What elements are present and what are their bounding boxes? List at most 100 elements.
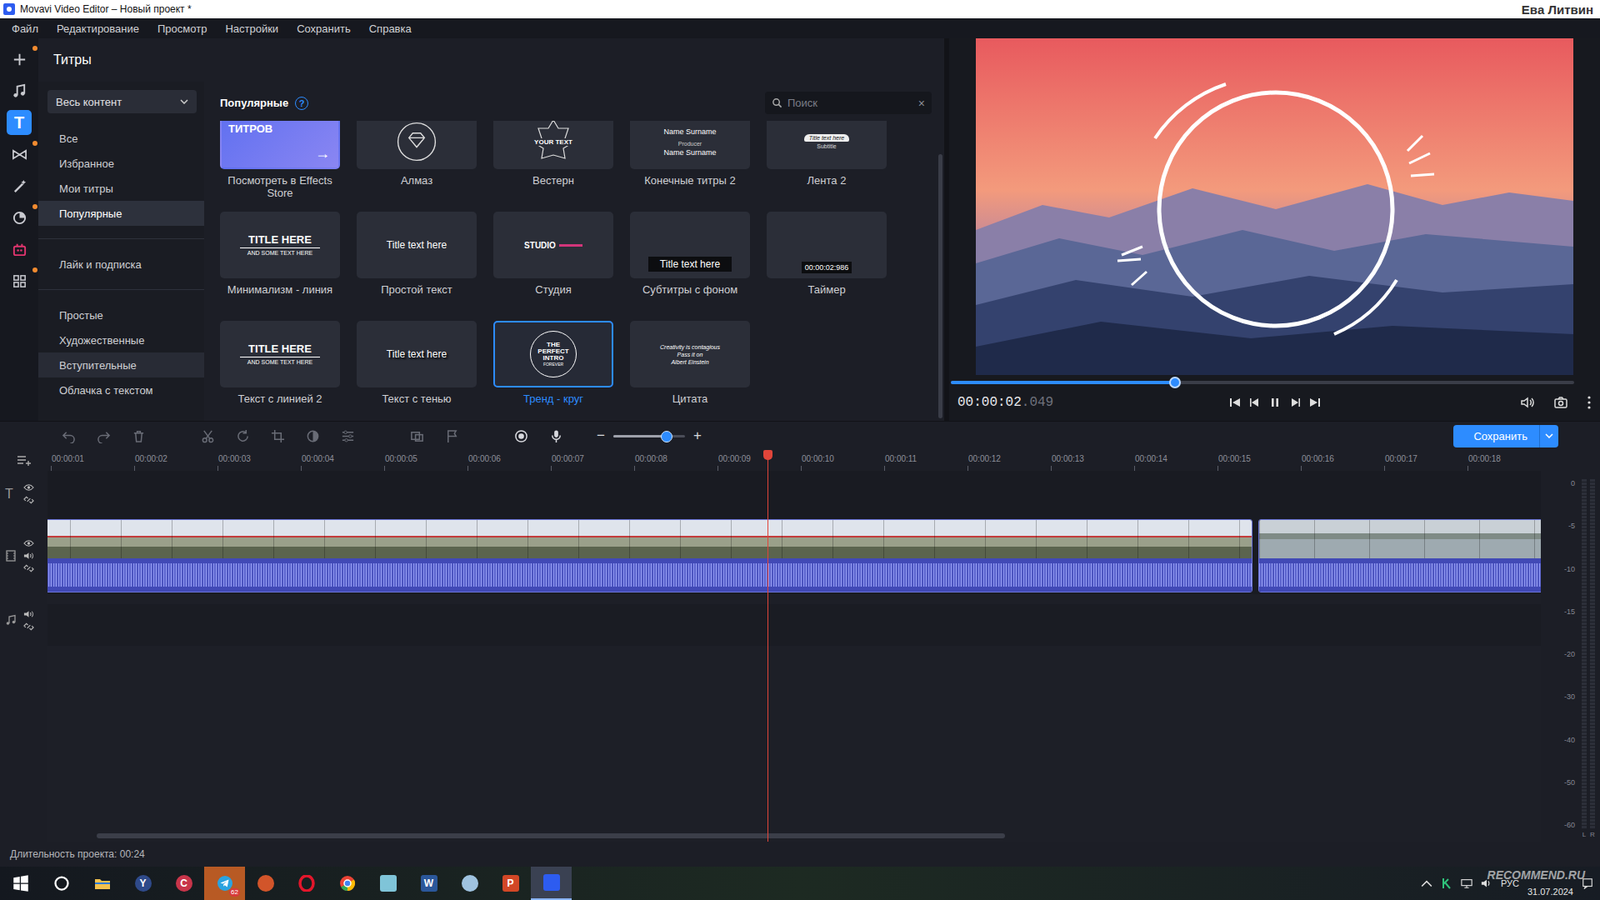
system-date[interactable]: 31.07.2024 xyxy=(1527,886,1574,900)
next-frame-icon[interactable] xyxy=(1288,395,1302,410)
rail-button[interactable] xyxy=(6,236,32,262)
gallery-scrollbar[interactable] xyxy=(938,154,943,419)
kebab-menu-icon[interactable] xyxy=(1586,395,1592,410)
skip-end-icon[interactable] xyxy=(1308,395,1322,410)
playhead[interactable] xyxy=(767,450,769,842)
menu-item[interactable]: Справка xyxy=(369,22,412,35)
category-item[interactable]: Избранное xyxy=(38,150,205,176)
rail-button[interactable] xyxy=(6,205,32,230)
taskbar-app[interactable] xyxy=(530,866,572,900)
title-tile[interactable]: Creativity is contagiousPass it onAlbert… xyxy=(630,320,750,421)
help-button[interactable]: ? xyxy=(295,96,309,110)
playback-progress[interactable] xyxy=(950,380,1575,385)
taskbar-app[interactable] xyxy=(285,866,327,900)
progress-knob[interactable] xyxy=(1169,376,1181,389)
rail-button[interactable] xyxy=(6,46,32,72)
taskbar-app[interactable] xyxy=(245,866,286,900)
toolbar-button[interactable] xyxy=(440,425,463,447)
volume-icon[interactable] xyxy=(1520,395,1535,410)
toolbar-button[interactable] xyxy=(231,425,254,447)
toolbar-button[interactable] xyxy=(336,425,359,447)
taskbar-app[interactable]: 62 xyxy=(204,866,245,900)
title-tile[interactable]: ТИТРОВ→Посмотреть в Effects Store xyxy=(220,120,340,212)
category-item[interactable]: Лайк и подписка xyxy=(38,251,205,277)
toolbar-button[interactable] xyxy=(301,425,324,447)
menu-item[interactable]: Настройки xyxy=(225,22,279,35)
skip-start-icon[interactable] xyxy=(1228,395,1242,410)
timeline-scrollbar[interactable] xyxy=(96,833,1005,839)
link-icon[interactable] xyxy=(23,495,35,505)
music-track[interactable] xyxy=(47,604,1541,646)
title-tile[interactable]: TITLE HEREAND SOME TEXT HEREТекст с лини… xyxy=(220,320,340,421)
title-tile[interactable]: STUDIOСтудия xyxy=(493,211,614,321)
title-tile[interactable]: THEPERFECTINTROFOREVERТренд - круг xyxy=(493,320,614,421)
title-tile[interactable]: Title text hereТекст с тенью xyxy=(356,320,477,421)
rail-button[interactable] xyxy=(6,173,32,199)
add-track-icon[interactable] xyxy=(16,455,32,467)
time-ruler[interactable]: 00:00:0100:00:0200:00:0300:00:0400:00:05… xyxy=(47,450,1541,471)
category-item[interactable]: Художественные xyxy=(38,327,205,353)
save-options-button[interactable] xyxy=(1539,425,1559,448)
link-icon[interactable] xyxy=(23,564,35,573)
title-tile[interactable]: TITLE HEREAND SOME TEXT HEREМинимализм -… xyxy=(220,211,340,321)
toolbar-button[interactable] xyxy=(196,425,219,447)
taskbar-app[interactable]: W xyxy=(408,866,450,900)
content-filter-dropdown[interactable]: Весь контент xyxy=(47,90,197,114)
taskbar-app[interactable] xyxy=(449,866,490,900)
menu-item[interactable]: Файл xyxy=(11,22,39,35)
menu-item[interactable]: Сохранить xyxy=(296,22,351,35)
eye-icon[interactable] xyxy=(23,539,35,548)
video-track[interactable] xyxy=(47,516,1541,595)
clear-search-button[interactable]: × xyxy=(918,96,925,110)
taskbar-app[interactable]: C xyxy=(163,866,205,900)
menu-item[interactable]: Просмотр xyxy=(157,22,207,35)
save-button[interactable]: Сохранить xyxy=(1453,425,1559,448)
title-tile[interactable]: Title text hereСубтитры с фоном xyxy=(630,211,750,321)
taskbar-app[interactable] xyxy=(81,866,123,900)
category-item[interactable]: Все xyxy=(38,125,205,151)
toolbar-button[interactable] xyxy=(545,425,567,447)
toolbar-button[interactable] xyxy=(57,425,80,447)
video-clip[interactable] xyxy=(47,519,1253,593)
toolbar-button[interactable] xyxy=(405,425,428,447)
title-tile[interactable]: Алмаз xyxy=(356,120,477,212)
zoom-out-button[interactable]: − xyxy=(596,427,605,445)
zoom-in-button[interactable]: + xyxy=(693,427,702,445)
taskbar-app[interactable]: P xyxy=(490,866,531,900)
taskbar-app[interactable] xyxy=(326,866,368,900)
rail-button[interactable] xyxy=(6,141,32,167)
eye-icon[interactable] xyxy=(23,483,35,492)
title-tile[interactable]: Name SurnameProducerName SurnameКонечные… xyxy=(630,120,750,212)
toolbar-button[interactable] xyxy=(266,425,289,447)
category-item[interactable]: Вступительные xyxy=(38,352,205,378)
rail-button[interactable] xyxy=(6,78,32,104)
toolbar-button[interactable] xyxy=(92,425,115,447)
snapshot-camera-icon[interactable] xyxy=(1553,395,1569,410)
title-tile[interactable]: Title text hereПростой текст xyxy=(356,211,477,321)
video-clip[interactable] xyxy=(1258,519,1541,593)
category-item[interactable]: Простые xyxy=(38,302,205,328)
rail-button[interactable] xyxy=(6,268,32,294)
toolbar-button[interactable] xyxy=(510,425,532,447)
pause-icon[interactable] xyxy=(1268,395,1282,410)
category-item[interactable]: Облачка с текстом xyxy=(38,377,205,403)
menu-item[interactable]: Редактирование xyxy=(56,22,140,35)
network-icon[interactable] xyxy=(1460,877,1473,890)
speaker-icon[interactable] xyxy=(23,610,35,619)
title-tile[interactable]: 00:00:02:986Таймер xyxy=(766,211,887,321)
search-field[interactable]: Поиск× xyxy=(765,91,932,115)
speaker-icon[interactable] xyxy=(23,551,35,560)
taskbar-app[interactable] xyxy=(40,866,82,900)
category-item[interactable]: Популярные xyxy=(38,200,205,226)
category-item[interactable]: Мои титры xyxy=(38,175,205,201)
taskbar-app[interactable] xyxy=(0,866,41,900)
taskbar-app[interactable]: Y xyxy=(122,866,164,900)
rail-button[interactable]: T xyxy=(6,110,32,135)
title-tile[interactable]: YOUR TEXTВестерн xyxy=(493,120,614,212)
previous-frame-icon[interactable] xyxy=(1248,395,1262,410)
title-tile[interactable]: Title text hereSubtitleЛента 2 xyxy=(766,120,887,212)
chevron-up-icon[interactable] xyxy=(1420,877,1433,890)
title-track[interactable] xyxy=(47,470,1541,517)
zoom-slider[interactable] xyxy=(613,435,685,438)
link-icon[interactable] xyxy=(23,622,35,631)
